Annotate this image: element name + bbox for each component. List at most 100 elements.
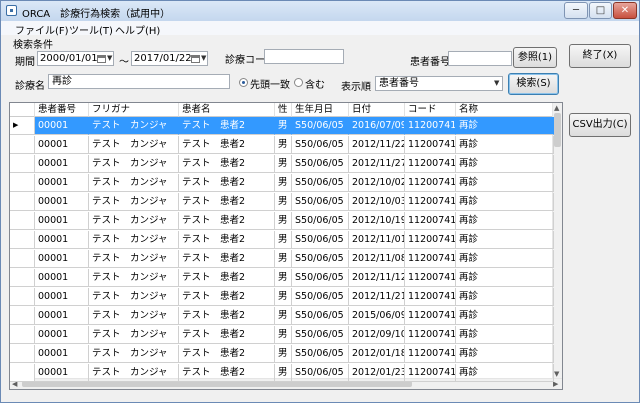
cell-birthdate[interactable]: S50/06/05 <box>292 155 349 173</box>
cell-kana[interactable]: テスト カンジャ <box>89 326 179 344</box>
cell-code[interactable]: 112007410 <box>405 307 456 325</box>
table-row[interactable]: 00001 テスト カンジャ テスト 患者2 男 S50/06/05 2012/01/23… <box>10 364 554 382</box>
order-select[interactable]: 患者番号 ▼ <box>375 76 503 91</box>
cell-name[interactable]: 再診 <box>456 326 554 344</box>
cell-birthdate[interactable]: S50/06/05 <box>292 212 349 230</box>
cell-kana[interactable]: テスト カンジャ <box>89 345 179 363</box>
cell-date[interactable]: 2012/10/19 <box>349 212 405 230</box>
cell-kana[interactable]: テスト カンジャ <box>89 155 179 173</box>
header-col-date[interactable]: 日付 <box>349 103 405 117</box>
cell-name[interactable]: 再診 <box>456 193 554 211</box>
cell-name[interactable]: 再診 <box>456 212 554 230</box>
row-indicator[interactable] <box>10 250 35 268</box>
row-indicator[interactable] <box>10 212 35 230</box>
cell-name[interactable]: 再診 <box>456 364 554 382</box>
csv-export-button[interactable]: CSV出力(C) <box>569 113 631 137</box>
cell-code[interactable]: 112007410 <box>405 117 456 135</box>
cell-code[interactable]: 112007410 <box>405 269 456 287</box>
cell-date[interactable]: 2012/10/03 <box>349 193 405 211</box>
cell-kana[interactable]: テスト カンジャ <box>89 231 179 249</box>
cell-patient-no[interactable]: 00001 <box>35 345 89 363</box>
exit-button[interactable]: 終了(X) <box>569 44 631 68</box>
cell-kana[interactable]: テスト カンジャ <box>89 117 179 135</box>
cell-date[interactable]: 2012/11/22 <box>349 136 405 154</box>
cell-code[interactable]: 112007410 <box>405 364 456 382</box>
cell-name[interactable]: 再診 <box>456 155 554 173</box>
cell-patient-name[interactable]: テスト 患者2 <box>179 269 275 287</box>
cell-sex[interactable]: 男 <box>275 193 292 211</box>
cell-patient-no[interactable]: 00001 <box>35 117 89 135</box>
row-indicator[interactable] <box>10 288 35 306</box>
cell-name[interactable]: 再診 <box>456 231 554 249</box>
cell-birthdate[interactable]: S50/06/05 <box>292 231 349 249</box>
table-row[interactable]: 00001 テスト カンジャ テスト 患者2 男 S50/06/05 2012/11/12… <box>10 269 554 287</box>
search-button[interactable]: 検索(S) <box>508 73 559 95</box>
cell-kana[interactable]: テスト カンジャ <box>89 250 179 268</box>
cell-patient-name[interactable]: テスト 患者2 <box>179 288 275 306</box>
date-from-input[interactable]: 2000/01/01 ▼ <box>37 51 114 66</box>
match-prefix-label[interactable]: 先頭一致 <box>250 76 290 91</box>
cell-patient-name[interactable]: テスト 患者2 <box>179 174 275 192</box>
cell-sex[interactable]: 男 <box>275 269 292 287</box>
header-col-patient-name[interactable]: 患者名 <box>179 103 275 117</box>
cell-date[interactable]: 2016/07/09 <box>349 117 405 135</box>
table-row[interactable]: 00001 テスト カンジャ テスト 患者2 男 S50/06/05 2012/09/10… <box>10 326 554 344</box>
cell-birthdate[interactable]: S50/06/05 <box>292 117 349 135</box>
match-prefix-radio[interactable] <box>239 78 248 87</box>
cell-birthdate[interactable]: S50/06/05 <box>292 136 349 154</box>
cell-patient-name[interactable]: テスト 患者2 <box>179 364 275 382</box>
cell-sex[interactable]: 男 <box>275 345 292 363</box>
chevron-down-icon[interactable]: ▼ <box>201 52 206 65</box>
cell-date[interactable]: 2012/11/12 <box>349 269 405 287</box>
cell-code[interactable]: 112007410 <box>405 345 456 363</box>
cell-patient-no[interactable]: 00001 <box>35 250 89 268</box>
cell-patient-name[interactable]: テスト 患者2 <box>179 155 275 173</box>
cell-patient-name[interactable]: テスト 患者2 <box>179 307 275 325</box>
maximize-button[interactable]: □ <box>589 2 612 19</box>
cell-patient-no[interactable]: 00001 <box>35 193 89 211</box>
cell-patient-name[interactable]: テスト 患者2 <box>179 345 275 363</box>
header-col-name[interactable]: 名称 <box>456 103 554 117</box>
table-row[interactable]: 00001 テスト カンジャ テスト 患者2 男 S50/06/05 2012/11/21… <box>10 288 554 306</box>
table-row[interactable]: 00001 テスト カンジャ テスト 患者2 男 S50/06/05 2012/11/01… <box>10 231 554 249</box>
cell-date[interactable]: 2015/06/09 <box>349 307 405 325</box>
cell-date[interactable]: 2012/11/21 <box>349 288 405 306</box>
table-row[interactable]: 00001 テスト カンジャ テスト 患者2 男 S50/06/05 2012/10/03… <box>10 193 554 211</box>
row-indicator[interactable] <box>10 364 35 382</box>
cell-sex[interactable]: 男 <box>275 136 292 154</box>
table-row[interactable]: 00001 テスト カンジャ テスト 患者2 男 S50/06/05 2012/01/18… <box>10 345 554 363</box>
calendar-icon[interactable] <box>97 55 106 63</box>
cell-date[interactable]: 2012/09/10 <box>349 326 405 344</box>
cell-date[interactable]: 2012/11/27 <box>349 155 405 173</box>
cell-birthdate[interactable]: S50/06/05 <box>292 250 349 268</box>
table-row[interactable]: 00001 テスト カンジャ テスト 患者2 男 S50/06/05 2015/06/09… <box>10 307 554 325</box>
row-indicator[interactable] <box>10 326 35 344</box>
table-row[interactable]: 00001 テスト カンジャ テスト 患者2 男 S50/06/05 2012/10/19… <box>10 212 554 230</box>
cell-kana[interactable]: テスト カンジャ <box>89 212 179 230</box>
match-contains-label[interactable]: 含む <box>305 76 325 91</box>
menu-file[interactable]: ファイル(F) <box>15 22 69 37</box>
cell-patient-name[interactable]: テスト 患者2 <box>179 326 275 344</box>
cell-birthdate[interactable]: S50/06/05 <box>292 193 349 211</box>
cell-kana[interactable]: テスト カンジャ <box>89 269 179 287</box>
header-col-patient-no[interactable]: 患者番号 <box>35 103 89 117</box>
row-indicator[interactable] <box>10 307 35 325</box>
cell-sex[interactable]: 男 <box>275 250 292 268</box>
refer-button[interactable]: 参照(1) <box>513 47 557 68</box>
cell-patient-no[interactable]: 00001 <box>35 307 89 325</box>
cell-sex[interactable]: 男 <box>275 307 292 325</box>
title-bar[interactable]: ORCA 診療行為検索（試用中） ─ □ ✕ <box>1 1 639 21</box>
cell-date[interactable]: 2012/11/01 <box>349 231 405 249</box>
cell-name[interactable]: 再診 <box>456 117 554 135</box>
table-row[interactable]: 00001 テスト カンジャ テスト 患者2 男 S50/06/05 2012/10/02… <box>10 174 554 192</box>
cell-code[interactable]: 112007410 <box>405 212 456 230</box>
row-indicator[interactable]: ▶ <box>10 117 35 135</box>
cell-patient-name[interactable]: テスト 患者2 <box>179 136 275 154</box>
cell-patient-no[interactable]: 00001 <box>35 326 89 344</box>
calendar-icon[interactable] <box>191 55 200 63</box>
cell-date[interactable]: 2012/10/02 <box>349 174 405 192</box>
cell-name[interactable]: 再診 <box>456 269 554 287</box>
cell-code[interactable]: 112007410 <box>405 231 456 249</box>
cell-patient-name[interactable]: テスト 患者2 <box>179 231 275 249</box>
header-col-sex[interactable]: 性 <box>275 103 292 117</box>
